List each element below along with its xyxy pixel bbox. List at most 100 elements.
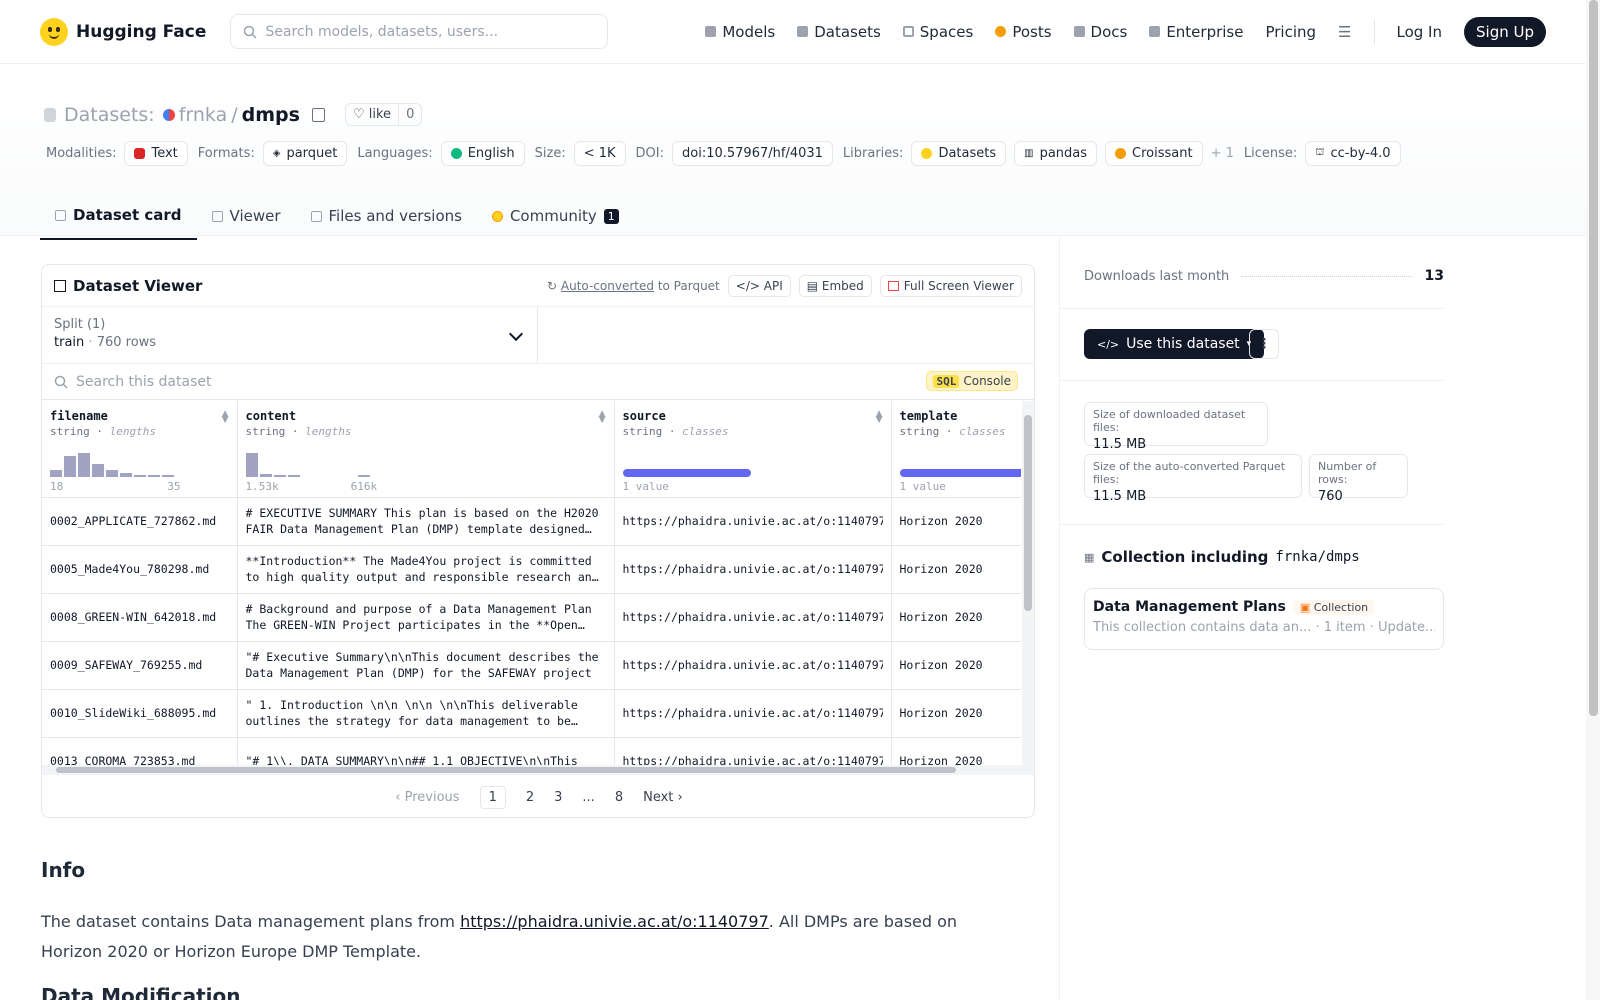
column-stat: lengths [109,425,156,438]
library-tag-croissant[interactable]: Croissant [1105,141,1203,166]
previous-page-button[interactable]: ‹ Previous [395,790,459,805]
sort-icon[interactable]: ▲ ▼ [876,410,883,425]
split-select[interactable]: Split (1) train · 760 rows [42,307,538,363]
cell-content[interactable]: **Introduction** The Made4You project is… [237,545,615,594]
page-2[interactable]: 2 [526,790,534,805]
page-8[interactable]: 8 [615,790,623,805]
nav-pricing[interactable]: Pricing [1265,23,1316,41]
page-3[interactable]: 3 [554,790,562,805]
table-row[interactable]: 0008_GREEN-WIN_642018.md # Background and… [42,593,1021,642]
cell-filename[interactable]: 0009_SAFEWAY_769255.md [42,641,238,690]
nav-docs[interactable]: Docs [1073,23,1127,41]
next-page-button[interactable]: Next › [643,790,683,805]
cell-template[interactable]: Horizon 2020 [891,641,1021,690]
cell-content[interactable]: # EXECUTIVE SUMMARY This plan is based o… [237,497,615,546]
download-size-value: 11.5 MB [1093,437,1147,452]
phaidra-link[interactable]: https://phaidra.univie.ac.at/o:1140797 [460,912,769,931]
sort-icon[interactable]: ▲ ▼ [599,410,606,425]
size-tag[interactable]: < 1K [573,141,626,166]
histogram-bar [92,463,104,477]
cell-filename[interactable]: 0008_GREEN-WIN_642018.md [42,593,238,642]
cell-source[interactable]: https://phaidra.univie.ac.at/o:1140797 [614,689,892,738]
cell-source[interactable]: https://phaidra.univie.ac.at/o:1140797 [614,593,892,642]
cell-filename[interactable]: 0010_SlideWiki_688095.md [42,689,238,738]
downloads-stat: Downloads last month 13 [1084,268,1444,284]
nav-posts[interactable]: Posts [995,22,1052,41]
histogram-bar [78,452,90,477]
table-row[interactable]: 0009_SAFEWAY_769255.md "# Executive Summa… [42,641,1021,690]
table-row[interactable]: 0010_SlideWiki_688095.md " 1. Introductio… [42,689,1021,738]
global-search-input[interactable]: Search models, datasets, users... [230,14,609,49]
license-tag[interactable]: ⛫ cc-by-4.0 [1305,141,1401,166]
cell-template[interactable]: Horizon 2020 [891,497,1021,546]
card-icon [55,209,66,221]
auto-converted-link[interactable]: Auto-converted [561,279,654,293]
cell-source[interactable]: https://phaidra.univie.ac.at/o:1140797 [614,545,892,594]
cell-template[interactable]: Horizon 2020 [891,737,1021,765]
sidebar-separator [1060,308,1444,309]
api-button[interactable]: </> API [727,274,791,297]
cell-source[interactable]: https://phaidra.univie.ac.at/o:1140797 [614,497,892,546]
dataset-search-input[interactable]: Search this dataset SQL Console [42,364,1034,400]
column-header-template[interactable]: template string · classes 1 value [891,401,1021,498]
libraries-more[interactable]: + 1 [1211,146,1234,161]
cell-content[interactable]: # Background and purpose of a Data Manag… [237,593,615,642]
cell-source[interactable]: https://phaidra.univie.ac.at/o:1140797 [614,641,892,690]
nav-posts-label: Posts [1012,22,1052,41]
library-tag-pandas[interactable]: ▥ pandas [1014,141,1098,166]
column-header-filename[interactable]: filename string · lengths ▲ ▼ 18 35 [42,401,238,498]
sort-icon[interactable]: ▲ ▼ [222,410,229,425]
tab-viewer[interactable]: Viewer [197,196,296,240]
cell-source[interactable]: https://phaidra.univie.ac.at/o:1140797 [614,737,892,765]
column-stat: classes [959,425,1006,438]
menu-icon[interactable]: ☰ [1338,23,1351,41]
page-1[interactable]: 1 [479,785,506,809]
owner-link[interactable]: frnka [179,104,228,126]
nav-models[interactable]: Models [705,23,775,41]
table-vertical-scrollbar[interactable] [1022,401,1034,765]
column-header-source[interactable]: source string · classes ▲ ▼ 1 value [614,401,892,498]
like-button[interactable]: ♡ like 0 [344,103,423,126]
nav-spaces[interactable]: Spaces [902,23,973,41]
use-this-dataset-button[interactable]: </> Use this dataset ▾ [1084,329,1265,359]
library-tag-datasets[interactable]: Datasets [911,141,1007,166]
cell-template[interactable]: Horizon 2020 [891,593,1021,642]
login-button[interactable]: Log In [1397,23,1443,41]
table-row[interactable]: 0005_Made4You_780298.md **Introduction** … [42,545,1021,594]
tab-dataset-card[interactable]: Dataset card [40,196,197,240]
filename-value: 0009_SAFEWAY_769255.md [50,658,203,672]
cell-template[interactable]: Horizon 2020 [891,545,1021,594]
table-row[interactable]: 0013_COROMA_723853.md "# 1\\. DATA SUMMAR… [42,737,1021,765]
logo[interactable]: Hugging Face [40,17,206,46]
nav-datasets[interactable]: Datasets [797,23,881,41]
content-value: # EXECUTIVE SUMMARY This plan is based o… [245,506,599,536]
table-horizontal-scrollbar[interactable] [42,765,1034,775]
page-scrollbar[interactable] [1586,0,1600,1000]
cell-filename[interactable]: 0013_COROMA_723853.md [42,737,238,765]
collection-card[interactable]: Data Management Plans ▣ Collection This c… [1084,588,1444,650]
cell-filename[interactable]: 0005_Made4You_780298.md [42,545,238,594]
signup-button[interactable]: Sign Up [1464,16,1546,47]
cell-content[interactable]: "# 1\\. DATA SUMMARY\n\n## 1.1 OBJECTIVE… [237,737,615,765]
table-row[interactable]: 0002_APPLICATE_727862.md # EXECUTIVE SUMM… [42,497,1021,546]
cell-content[interactable]: " 1. Introduction \n\n \n\n \n\nThis del… [237,689,615,738]
tab-files[interactable]: Files and versions [296,196,477,240]
copy-icon[interactable] [311,107,325,122]
column-header-content[interactable]: content string · lengths ▲ ▼ 1.53k 616k [237,401,615,498]
fullscreen-viewer-button[interactable]: Full Screen Viewer [879,274,1022,297]
cell-content[interactable]: "# Executive Summary\n\nThis document de… [237,641,615,690]
tab-viewer-label: Viewer [229,207,281,225]
cell-template[interactable]: Horizon 2020 [891,689,1021,738]
cell-filename[interactable]: 0002_APPLICATE_727862.md [42,497,238,546]
modality-tag[interactable]: Text [124,141,188,166]
language-tag[interactable]: English [440,141,525,166]
dataset-name[interactable]: dmps [242,104,300,126]
format-tag[interactable]: ◈ parquet [262,141,348,166]
embed-button[interactable]: ▤ Embed [798,274,872,297]
tab-community[interactable]: Community 1 [477,196,634,240]
search-icon [244,25,257,39]
more-options-button[interactable]: ⋮ [1249,329,1279,359]
sql-console-button[interactable]: SQL Console [926,371,1018,391]
nav-enterprise[interactable]: Enterprise [1149,23,1243,41]
doi-tag[interactable]: doi:10.57967/hf/4031 [672,141,833,166]
